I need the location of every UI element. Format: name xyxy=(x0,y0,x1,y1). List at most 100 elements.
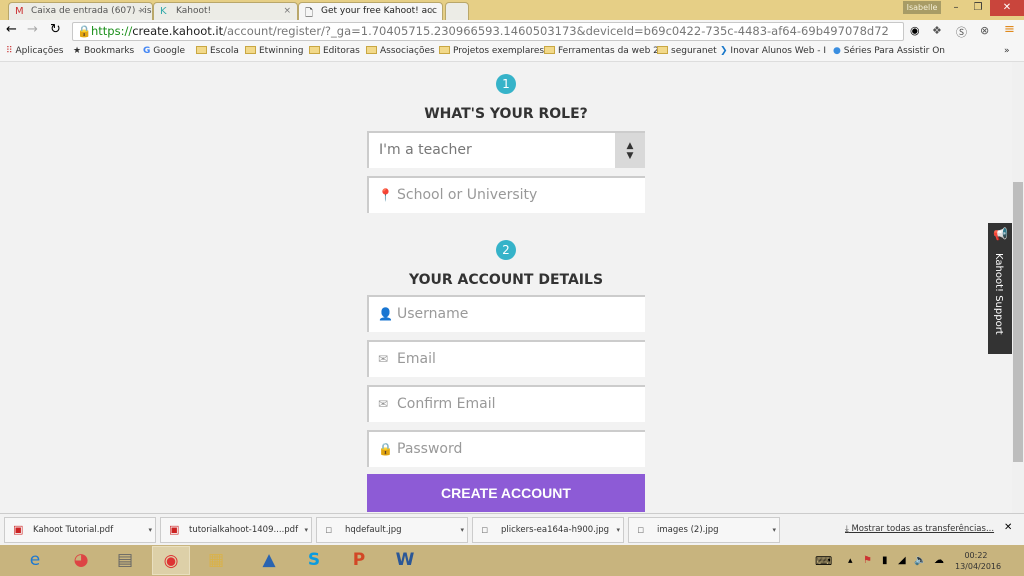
powerpoint-icon[interactable]: P xyxy=(340,546,378,575)
role-select[interactable]: I'm a teacher ▲ ▼ xyxy=(367,131,645,168)
bookmark-bookmarks[interactable]: ★ Bookmarks xyxy=(73,46,134,56)
reload-icon[interactable]: ↻ xyxy=(50,22,61,37)
download-item[interactable]: ▫ plickers-ea164a-h900.jpg ▾ xyxy=(472,517,624,543)
maximize-button[interactable]: ❐ xyxy=(966,0,990,16)
show-all-downloads-link[interactable]: ⤓ Mostrar todas as transferências... xyxy=(845,524,994,534)
profile-button[interactable]: Isabelle xyxy=(903,1,941,14)
bookmark-folder[interactable]: Escola xyxy=(196,46,239,56)
skype-icon[interactable]: S xyxy=(295,546,333,575)
bookmarks-bar: ⠿ Aplicações ★ Bookmarks G Google Escola… xyxy=(0,42,1024,62)
gmail-icon: M xyxy=(15,6,24,17)
create-account-button[interactable]: CREATE ACCOUNT xyxy=(367,474,645,512)
close-icon[interactable]: × xyxy=(138,6,146,16)
envelope-icon: ✉ xyxy=(378,397,389,411)
app-icon[interactable]: ▤ xyxy=(106,546,144,575)
folder-icon xyxy=(544,46,555,54)
envelope-icon: ✉ xyxy=(378,352,389,366)
extension-icon[interactable]: ⊗ xyxy=(980,24,989,37)
confirm-email-input[interactable]: ✉ Confirm Email xyxy=(367,385,645,422)
extension-icon[interactable]: ◉ xyxy=(910,24,920,37)
bookmark-folder[interactable]: Associações xyxy=(366,46,435,56)
new-tab-button[interactable] xyxy=(445,2,469,20)
chrome-icon[interactable]: ◉ xyxy=(152,546,190,575)
password-input[interactable]: 🔒 Password xyxy=(367,430,645,467)
word-icon[interactable]: W xyxy=(386,546,424,575)
pdf-icon: ▣ xyxy=(169,523,180,536)
dropbox-icon[interactable]: ❖ xyxy=(932,24,942,37)
star-icon: ★ xyxy=(73,46,82,56)
folder-icon xyxy=(657,46,668,54)
tab-register[interactable]: 🗋 Get your free Kahoot! acc × xyxy=(298,2,443,20)
skype-icon[interactable]: Ⓢ xyxy=(956,24,967,40)
username-input[interactable]: 👤 Username xyxy=(367,295,645,332)
tab-kahoot[interactable]: K Kahoot! × xyxy=(153,2,298,20)
tab-label: Kahoot! xyxy=(176,6,212,16)
chevron-down-icon[interactable]: ▾ xyxy=(772,518,776,542)
back-icon[interactable]: ← xyxy=(6,22,17,37)
close-downloads-icon[interactable]: ✕ xyxy=(1004,522,1012,533)
chevron-down-icon[interactable]: ▾ xyxy=(148,518,152,542)
username-placeholder: Username xyxy=(397,306,469,322)
clock[interactable]: 00:22 13/04/2016 xyxy=(955,550,1001,572)
email-input[interactable]: ✉ Email xyxy=(367,340,645,377)
location-pin-icon: 📍 xyxy=(378,188,393,202)
cloud-icon[interactable]: ☁ xyxy=(934,555,944,566)
flag-icon[interactable]: ⚑ xyxy=(863,555,872,566)
step-badge: 1 xyxy=(496,74,516,94)
bookmark-folder[interactable]: Projetos exemplares xyxy=(439,46,544,56)
bookmark-apps[interactable]: ⠿ Aplicações xyxy=(6,46,63,56)
menu-icon[interactable]: ≡ xyxy=(1004,22,1015,37)
close-icon[interactable]: × xyxy=(428,6,436,16)
bookmark-folder[interactable]: Ferramentas da web 2 xyxy=(544,46,659,56)
email-placeholder: Email xyxy=(397,351,436,367)
close-icon[interactable]: × xyxy=(283,6,291,16)
bookmark-inovar[interactable]: ❯ Inovar Alunos Web - I xyxy=(720,46,826,56)
ie-icon[interactable]: e xyxy=(16,546,54,575)
battery-icon[interactable]: ▮ xyxy=(882,555,888,566)
file-explorer-icon[interactable]: ▦ xyxy=(197,546,235,575)
keyboard-icon[interactable]: ⌨ xyxy=(815,554,832,568)
more-bookmarks-icon[interactable]: » xyxy=(1004,46,1010,56)
url-domain: create.kahoot.it xyxy=(132,24,224,38)
tab-label: Get your free Kahoot! acc xyxy=(321,6,437,16)
kahoot-icon: K xyxy=(160,6,167,17)
bookmark-folder[interactable]: seguranet xyxy=(657,46,717,56)
folder-icon xyxy=(366,46,377,54)
tray-expand-icon[interactable]: ▴ xyxy=(848,556,853,566)
bookmark-series[interactable]: ● Séries Para Assistir On xyxy=(833,46,945,56)
close-window-button[interactable]: ✕ xyxy=(990,0,1024,16)
url-scheme: https:// xyxy=(91,24,133,38)
support-tab[interactable]: 📢 Kahoot! Support xyxy=(988,223,1012,354)
download-item[interactable]: ▣ tutorialkahoot-1409....pdf ▾ xyxy=(160,517,312,543)
chevron-down-icon[interactable]: ▾ xyxy=(304,518,308,542)
address-bar[interactable]: 🔒 https://create.kahoot.it/account/regist… xyxy=(72,22,904,41)
apps-icon: ⠿ xyxy=(6,46,13,56)
network-icon[interactable]: ◢ xyxy=(898,555,906,566)
download-item[interactable]: ▫ images (2).jpg ▾ xyxy=(628,517,780,543)
bookmark-google[interactable]: G Google xyxy=(143,46,185,56)
bookmark-folder[interactable]: Etwinning xyxy=(245,46,303,56)
account-heading: YOUR ACCOUNT DETAILS xyxy=(408,272,604,288)
minimize-button[interactable]: – xyxy=(944,0,968,16)
time: 00:22 xyxy=(964,551,988,560)
select-arrows-icon: ▲ ▼ xyxy=(615,133,645,168)
inovar-icon: ❯ xyxy=(720,46,728,56)
step-badge: 2 xyxy=(496,240,516,260)
app-icon[interactable]: ◕ xyxy=(62,546,100,575)
school-input[interactable]: 📍 School or University xyxy=(367,176,645,213)
tab-gmail[interactable]: M Caixa de entrada (607) - is × xyxy=(8,2,153,20)
password-placeholder: Password xyxy=(397,441,463,457)
scrollbar-thumb[interactable] xyxy=(1013,182,1023,462)
tab-label: Caixa de entrada (607) - is xyxy=(31,6,152,16)
forward-icon[interactable]: → xyxy=(27,22,38,37)
volume-icon[interactable]: 🔈 xyxy=(914,555,926,566)
google-icon: G xyxy=(143,46,151,56)
chevron-down-icon[interactable]: ▾ xyxy=(460,518,464,542)
bookmark-folder[interactable]: Editoras xyxy=(309,46,360,56)
download-item[interactable]: ▣ Kahoot Tutorial.pdf ▾ xyxy=(4,517,156,543)
megaphone-icon: 📢 xyxy=(993,227,1008,241)
onedrive-icon[interactable]: ▲ xyxy=(250,546,288,575)
download-item[interactable]: ▫ hqdefault.jpg ▾ xyxy=(316,517,468,543)
pdf-icon: ▣ xyxy=(13,523,24,536)
chevron-down-icon[interactable]: ▾ xyxy=(616,518,620,542)
